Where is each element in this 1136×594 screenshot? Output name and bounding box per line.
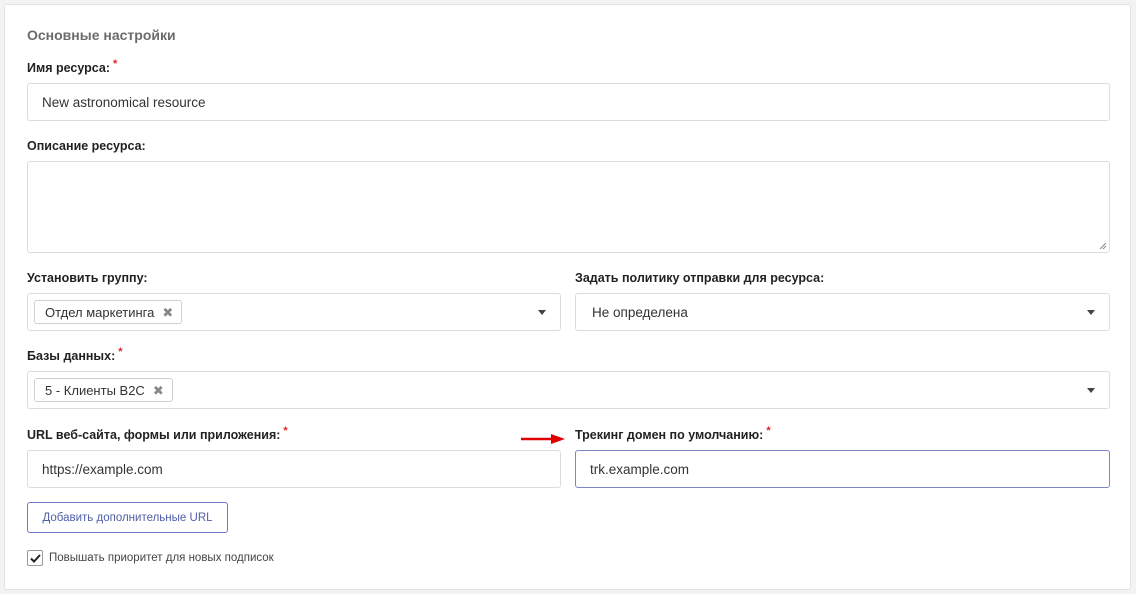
policy-select[interactable]: Не определена (575, 293, 1110, 331)
required-mark: * (113, 58, 118, 70)
chevron-down-icon[interactable] (538, 310, 546, 315)
database-tag-label: 5 - Клиенты B2C (45, 382, 145, 398)
group-tag: Отдел маркетинга ✖ (34, 300, 183, 324)
resource-name-input[interactable]: New astronomical resource (27, 83, 1110, 121)
tracking-domain-input[interactable]: trk.example.com (575, 450, 1110, 488)
required-mark: * (118, 346, 123, 358)
policy-label: Задать политику отправки для ресурса: (575, 271, 824, 285)
settings-panel: Основные настройки Имя ресурса: * New ast… (4, 4, 1131, 590)
close-icon[interactable]: ✖ (153, 384, 164, 397)
database-tag: 5 - Клиенты B2C ✖ (34, 378, 173, 402)
url-input[interactable]: https://example.com (27, 450, 561, 488)
resource-name-label-text: Имя ресурса: (27, 61, 111, 75)
group-tag-label: Отдел маркетинга (45, 304, 155, 320)
tracking-label: Трекинг домен по умолчанию: * (575, 425, 771, 442)
url-label-text: URL веб-сайта, формы или приложения: (27, 428, 281, 442)
priority-checkbox[interactable] (27, 550, 43, 566)
add-urls-button-label: Добавить дополнительные URL (42, 511, 213, 524)
chevron-down-icon[interactable] (1087, 310, 1095, 315)
check-icon (29, 553, 41, 563)
databases-label-text: Базы данных: (27, 349, 116, 363)
databases-label: Базы данных: * (27, 346, 123, 363)
priority-checkbox-label: Повышать приоритет для новых подписок (49, 552, 274, 564)
description-label: Описание ресурса: (27, 139, 146, 153)
tracking-label-text: Трекинг домен по умолчанию: (575, 428, 764, 442)
tracking-value: trk.example.com (590, 461, 690, 477)
required-mark: * (766, 425, 771, 437)
policy-label-text: Задать политику отправки для ресурса: (575, 271, 825, 285)
group-label-text: Установить группу: (27, 271, 148, 285)
description-label-text: Описание ресурса: (27, 139, 146, 153)
priority-checkbox-row[interactable]: Повышать приоритет для новых подписок (27, 550, 274, 566)
policy-value: Не определена (592, 304, 688, 320)
resize-handle-icon[interactable] (1099, 242, 1107, 250)
description-textarea[interactable] (27, 161, 1110, 253)
resource-name-label: Имя ресурса: * (27, 58, 118, 75)
required-mark: * (283, 425, 288, 437)
url-label: URL веб-сайта, формы или приложения: * (27, 425, 288, 442)
add-urls-button[interactable]: Добавить дополнительные URL (27, 502, 228, 533)
chevron-down-icon[interactable] (1087, 388, 1095, 393)
arrow-right-icon (521, 434, 565, 444)
databases-select[interactable]: 5 - Клиенты B2C ✖ (27, 371, 1110, 409)
section-title: Основные настройки (27, 27, 176, 43)
resource-name-value: New astronomical resource (42, 94, 206, 110)
url-value: https://example.com (42, 461, 163, 477)
group-select[interactable]: Отдел маркетинга ✖ (27, 293, 561, 331)
group-label: Установить группу: (27, 271, 148, 285)
close-icon[interactable]: ✖ (162, 306, 173, 319)
